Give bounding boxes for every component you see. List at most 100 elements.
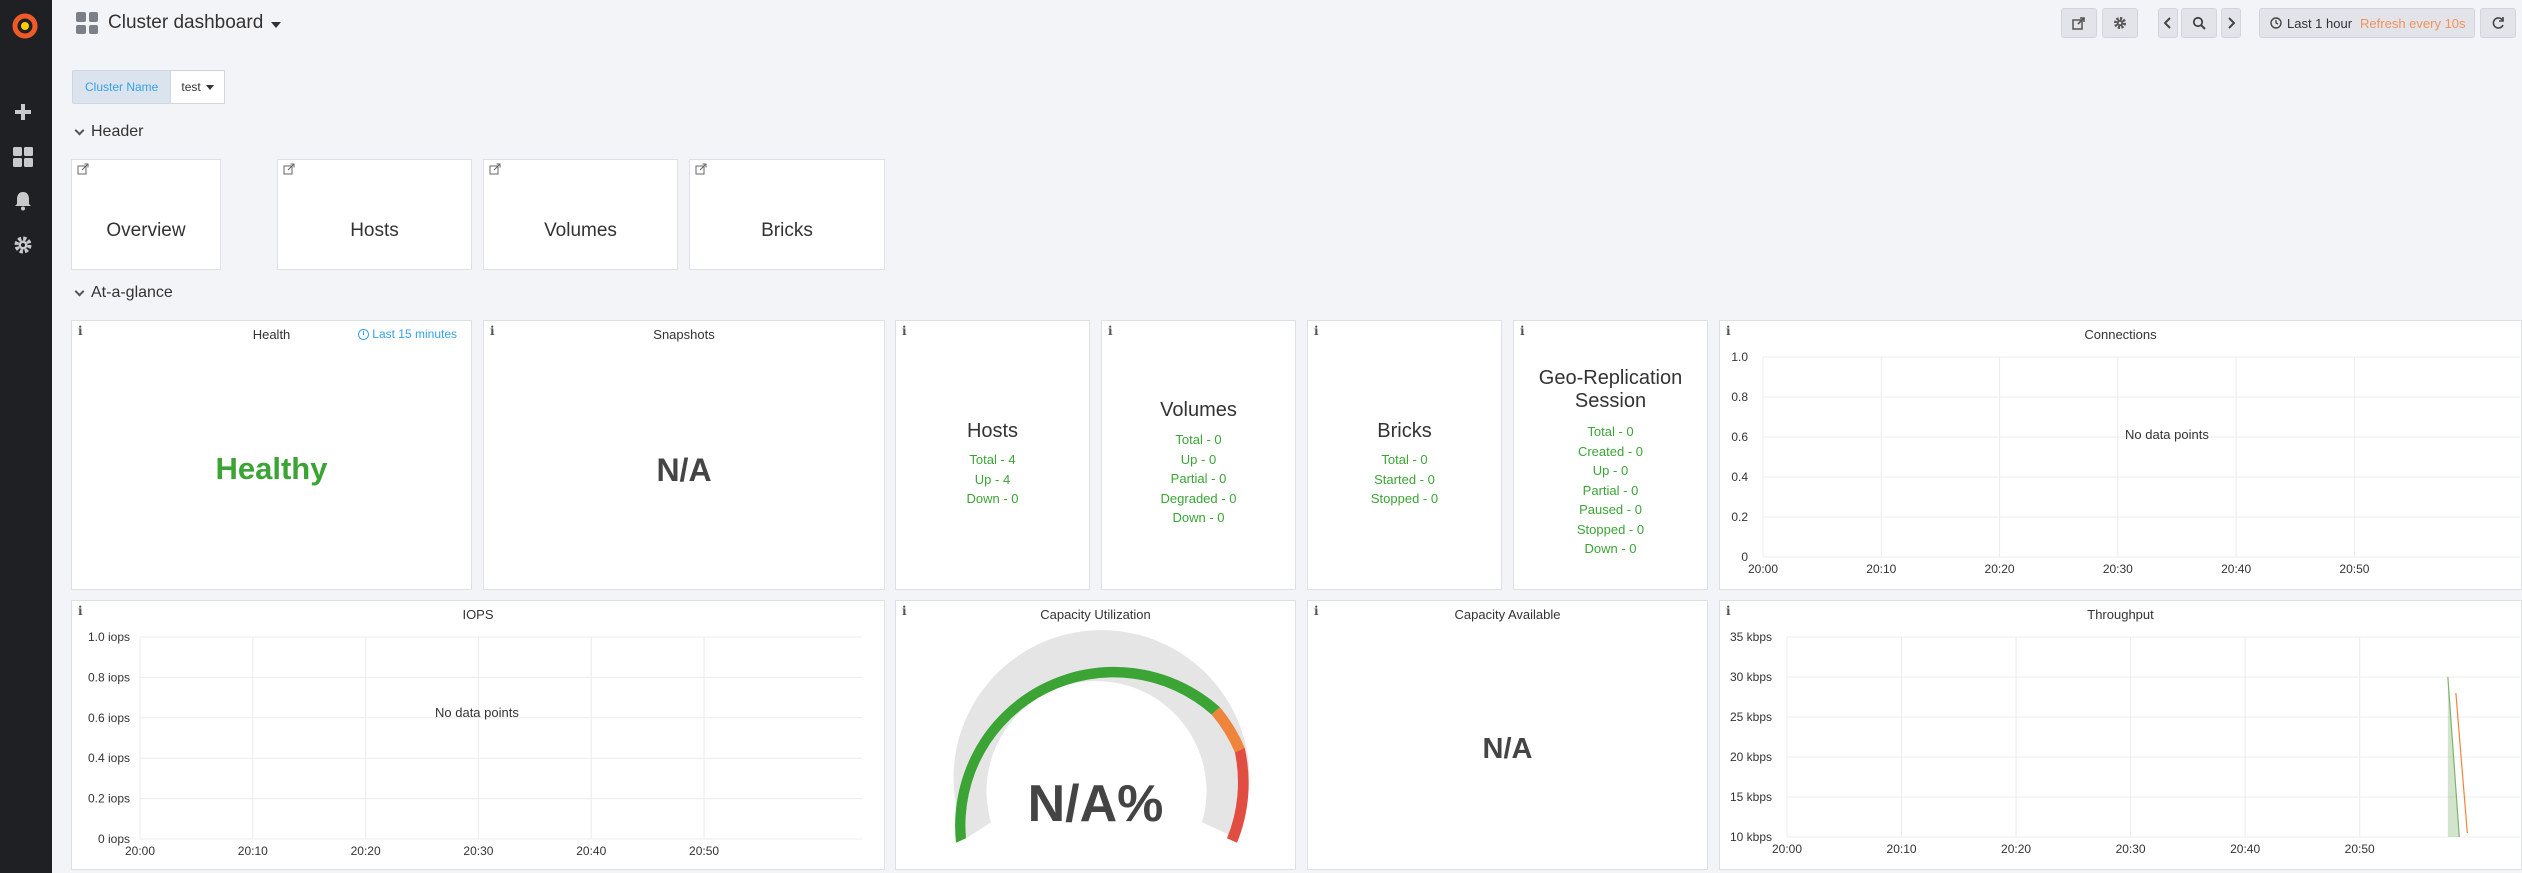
refresh-interval-label: Refresh every 10s	[2360, 15, 2466, 31]
capacity-available-panel: i Capacity Available N/A	[1307, 600, 1708, 870]
dashboards-icon[interactable]	[11, 145, 35, 169]
row-glance-toggle[interactable]: At-a-glance	[74, 284, 173, 302]
georep-stats: Total - 0 Created - 0 Up - 0 Partial - 0…	[1514, 422, 1707, 559]
bricks-title: Bricks	[1377, 420, 1432, 442]
row-glance-title: At-a-glance	[91, 284, 173, 301]
external-link-icon	[283, 163, 295, 175]
x-tick-label: 20:50	[2339, 562, 2369, 576]
connections-chart: 1.00.80.60.40.2020:00 20:10 20:20 20:30 20:4…	[1731, 350, 2520, 576]
stat-line: Down - 0	[1584, 541, 1637, 556]
link-panel-hosts[interactable]: Hosts	[277, 159, 472, 270]
stat-line: Up - 0	[1592, 463, 1629, 478]
search-zoom-icon	[2192, 16, 2206, 30]
capacity-available-value: N/A	[1482, 733, 1533, 765]
y-tick-label: 0.8	[1731, 390, 1748, 404]
georep-panel: i Geo-Replication Session Total - 0 Crea…	[1513, 320, 1708, 590]
y-tick-label: 0.2	[1731, 510, 1748, 524]
x-tick-label: 20:30	[2103, 562, 2133, 576]
alerting-bell-icon[interactable]	[11, 189, 35, 213]
info-icon[interactable]: i	[1520, 324, 1525, 338]
volumes-title: Volumes	[1160, 399, 1237, 421]
x-tick-label: 20:40	[2230, 842, 2260, 856]
iops-panel: i IOPS 1.0 iops 0.8 iops 0.6 iops 0.4 iops 0…	[71, 600, 885, 870]
time-picker-button[interactable]: Last 1 hour Refresh every 10s	[2259, 8, 2475, 38]
y-tick-label: 0.2 iops	[88, 792, 130, 806]
y-tick-label: 0.6	[1731, 430, 1748, 444]
iops-chart: 1.0 iops 0.8 iops 0.6 iops 0.4 iops 0.2 iops…	[88, 630, 862, 858]
y-tick-label: 25 kbps	[1730, 710, 1772, 724]
y-tick-label: 0.4	[1731, 470, 1748, 484]
x-tick-label: 20:10	[238, 844, 268, 858]
time-shift-forward-button[interactable]	[2221, 8, 2241, 38]
info-icon[interactable]: i	[902, 324, 907, 338]
info-icon[interactable]: i	[1108, 324, 1113, 338]
dashboard-picker[interactable]: Cluster dashboard	[76, 8, 282, 38]
external-link-icon	[695, 163, 707, 175]
row-header-title: Header	[91, 123, 144, 140]
stat-line: Up - 0	[1180, 451, 1217, 467]
stat-line: Total - 0	[1381, 452, 1428, 467]
hosts-panel: i Hosts Total - 4 Up - 4 Down - 0	[895, 320, 1090, 590]
volumes-stats: Total - 0 Up - 0 Partial - 0 Degraded - …	[1102, 430, 1295, 528]
snapshots-value: N/A	[656, 452, 712, 488]
health-status-value: Healthy	[215, 451, 328, 486]
dashboard-title: Cluster dashboard	[108, 12, 264, 33]
stat-line: Partial - 0	[1582, 482, 1639, 498]
y-tick-label: 0.6 iops	[88, 711, 130, 725]
clock-icon	[358, 328, 370, 340]
chevron-down-icon	[74, 125, 85, 135]
link-label: Bricks	[761, 220, 813, 241]
georep-title-line2: Session	[1574, 390, 1647, 412]
chevron-right-icon	[2228, 17, 2235, 29]
dashboard-grid-icon	[76, 12, 98, 34]
y-tick-label: 10 kbps	[1730, 830, 1772, 844]
time-shift-back-button[interactable]	[2158, 8, 2178, 38]
time-override-badge: Last 15 minutes	[358, 327, 457, 341]
grafana-logo-icon[interactable]	[8, 9, 42, 43]
y-tick-label: 30 kbps	[1730, 670, 1772, 684]
x-tick-label: 20:00	[125, 844, 155, 858]
hosts-stats: Total - 4 Up - 4 Down - 0	[896, 450, 1089, 509]
chevron-down-icon	[271, 21, 282, 28]
refresh-button[interactable]	[2480, 8, 2516, 38]
link-panel-volumes[interactable]: Volumes	[483, 159, 678, 270]
plus-icon[interactable]	[11, 100, 35, 124]
y-tick-label: 20 kbps	[1730, 750, 1772, 764]
top-navbar: Cluster dashboard	[52, 0, 2522, 48]
external-link-icon	[77, 163, 89, 175]
sidebar	[0, 0, 52, 873]
stat-line: Down - 0	[1172, 510, 1225, 525]
stat-line: Total - 4	[969, 452, 1016, 467]
zoom-out-button[interactable]	[2181, 8, 2217, 38]
link-panel-overview[interactable]: Overview	[71, 159, 221, 270]
connections-panel: i Connections 1.0 0.8 0.6 0.4 0.2 0 20:00 20:10…	[1719, 320, 2522, 590]
refresh-icon	[2492, 17, 2504, 29]
x-tick-label: 20:50	[689, 844, 719, 858]
georep-title-line1: Geo-Replication	[1538, 367, 1683, 389]
cluster-name-variable: Cluster Name test	[72, 70, 225, 104]
snapshots-panel: i Snapshots N/A	[483, 320, 885, 590]
health-panel: i Health Last 15 minutes Healthy	[71, 320, 472, 590]
link-panel-bricks[interactable]: Bricks	[689, 159, 885, 270]
configuration-gear-icon[interactable]	[11, 233, 35, 257]
link-label: Overview	[106, 220, 186, 241]
cluster-name-dropdown[interactable]: test	[171, 70, 225, 104]
x-tick-label: 20:30	[463, 844, 493, 858]
x-tick-label: 20:40	[2221, 562, 2251, 576]
y-tick-label: 0.4 iops	[88, 751, 130, 765]
stat-line: Started - 0	[1374, 471, 1435, 487]
stat-line: Stopped - 0	[1576, 521, 1645, 537]
row-header-toggle[interactable]: Header	[74, 123, 144, 141]
settings-button[interactable]	[2102, 8, 2138, 38]
share-button[interactable]	[2061, 8, 2097, 38]
link-label: Hosts	[350, 220, 399, 241]
info-icon[interactable]: i	[1314, 324, 1319, 338]
panel-title: Capacity Available	[1454, 607, 1561, 622]
x-tick-label: 20:00	[1748, 562, 1778, 576]
throughput-panel: i Throughput 35 kbps 30 kbps 25 kbps 20 kbp…	[1719, 600, 2522, 870]
chevron-left-icon	[2164, 17, 2171, 29]
gear-icon	[2114, 17, 2126, 29]
y-tick-label: 1.0	[1731, 350, 1748, 364]
external-link-icon	[489, 163, 501, 175]
bricks-stats: Total - 0 Started - 0 Stopped - 0	[1308, 450, 1501, 509]
